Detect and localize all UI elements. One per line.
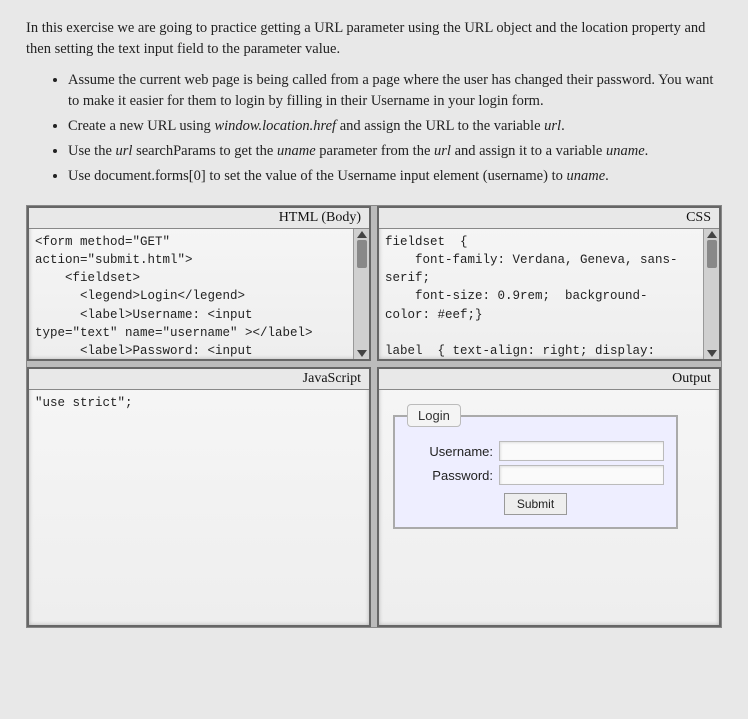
- instruction-item: Assume the current web page is being cal…: [68, 70, 722, 112]
- text: Assume the current web page is being cal…: [68, 72, 713, 109]
- text: .: [645, 143, 649, 159]
- text: Use document.forms[0] to set the value o…: [68, 168, 566, 184]
- italic-text: window.location.href: [214, 118, 336, 134]
- intro-paragraph: In this exercise we are going to practic…: [26, 18, 722, 60]
- text: Create a new URL using: [68, 118, 214, 134]
- password-row: Password:: [407, 465, 664, 485]
- output-pane: Output Login Username: Password:: [377, 367, 721, 627]
- italic-text: uname: [277, 143, 316, 159]
- text: and assign the URL to the variable: [336, 118, 544, 134]
- js-code[interactable]: "use strict";: [29, 390, 369, 625]
- text: parameter from the: [316, 143, 434, 159]
- output-area: Login Username: Password: Submit: [379, 390, 692, 625]
- instruction-item: Create a new URL using window.location.h…: [68, 116, 722, 137]
- username-input[interactable]: [499, 441, 664, 461]
- text: searchParams to get the: [132, 143, 277, 159]
- scroll-track[interactable]: [704, 238, 719, 350]
- pane-title: CSS: [379, 208, 719, 229]
- scroll-thumb[interactable]: [707, 240, 717, 268]
- instruction-item: Use the url searchParams to get the unam…: [68, 141, 722, 162]
- instruction-list: Assume the current web page is being cal…: [26, 70, 722, 187]
- submit-row: Submit: [407, 493, 664, 515]
- scroll-thumb[interactable]: [357, 240, 367, 268]
- italic-text: url: [116, 143, 133, 159]
- scroll-down-icon[interactable]: [707, 350, 717, 357]
- password-label: Password:: [407, 468, 493, 483]
- scrollbar[interactable]: [703, 229, 719, 359]
- submit-button[interactable]: Submit: [504, 493, 567, 515]
- pane-title: Output: [379, 369, 719, 390]
- username-row: Username:: [407, 441, 664, 461]
- text: Use the: [68, 143, 116, 159]
- code-grid: HTML (Body) <form method="GET" action="s…: [26, 205, 722, 628]
- italic-text: uname: [606, 143, 645, 159]
- italic-text: uname: [566, 168, 605, 184]
- text: .: [561, 118, 565, 134]
- scroll-down-icon[interactable]: [357, 350, 367, 357]
- text: .: [605, 168, 609, 184]
- html-code[interactable]: <form method="GET" action="submit.html">…: [29, 229, 353, 359]
- password-input[interactable]: [499, 465, 664, 485]
- username-label: Username:: [407, 444, 493, 459]
- pane-body: Login Username: Password: Submit: [379, 390, 719, 625]
- css-code[interactable]: fieldset { font-family: Verdana, Geneva,…: [379, 229, 703, 359]
- scroll-up-icon[interactable]: [707, 231, 717, 238]
- exercise-page: In this exercise we are going to practic…: [0, 0, 748, 719]
- login-legend: Login: [407, 404, 461, 427]
- pane-body: fieldset { font-family: Verdana, Geneva,…: [379, 229, 719, 359]
- scrollbar[interactable]: [353, 229, 369, 359]
- pane-body: "use strict";: [29, 390, 369, 625]
- css-pane: CSS fieldset { font-family: Verdana, Gen…: [377, 206, 721, 361]
- js-pane: JavaScript "use strict";: [27, 367, 371, 627]
- pane-title: HTML (Body): [29, 208, 369, 229]
- scroll-up-icon[interactable]: [357, 231, 367, 238]
- html-pane: HTML (Body) <form method="GET" action="s…: [27, 206, 371, 361]
- login-fieldset: Login Username: Password: Submit: [393, 404, 678, 529]
- pane-body: <form method="GET" action="submit.html">…: [29, 229, 369, 359]
- pane-title: JavaScript: [29, 369, 369, 390]
- text: and assign it to a variable: [451, 143, 606, 159]
- instruction-item: Use document.forms[0] to set the value o…: [68, 166, 722, 187]
- italic-text: url: [544, 118, 561, 134]
- scroll-track[interactable]: [354, 238, 369, 350]
- italic-text: url: [434, 143, 451, 159]
